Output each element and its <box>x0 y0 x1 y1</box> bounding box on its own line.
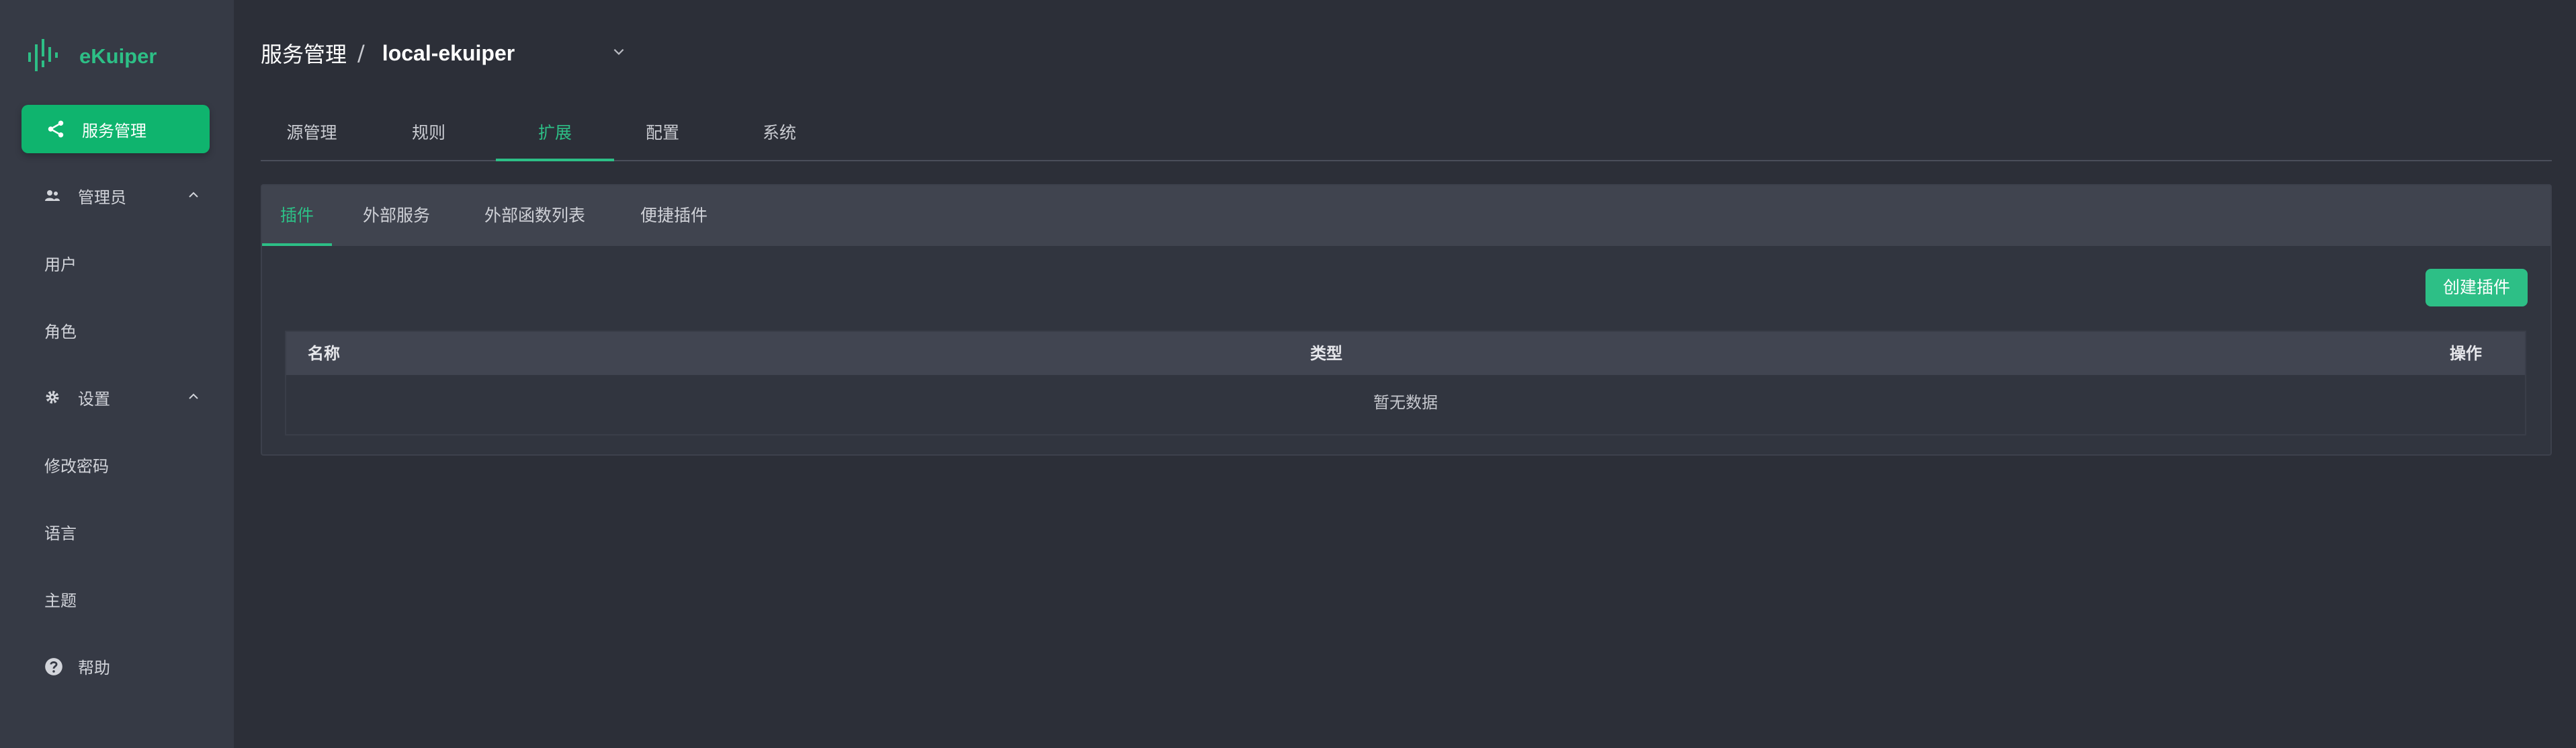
extensions-panel: 插件 外部服务 外部函数列表 便捷插件 创建插件 名称 类型 操作 暂无数据 <box>261 184 2552 456</box>
chevron-up-icon <box>189 393 198 399</box>
sub-tabs: 插件 外部服务 外部函数列表 便捷插件 <box>262 185 2550 246</box>
sidebar-item-language[interactable]: 语言 <box>44 520 77 544</box>
sidebar-group-label: 管理员 <box>78 188 126 207</box>
sidebar-group-label: 设置 <box>78 389 110 409</box>
sidebar-item-help[interactable]: 帮助 <box>44 655 110 678</box>
breadcrumb-root[interactable]: 服务管理 <box>261 38 347 69</box>
help-icon <box>45 657 62 675</box>
subtab-external-functions[interactable]: 外部函数列表 <box>474 185 595 246</box>
plugins-table: 名称 类型 操作 暂无数据 <box>285 331 2526 435</box>
tab-config[interactable]: 配置 <box>628 120 697 159</box>
column-header-name: 名称 <box>308 344 340 363</box>
app-logo[interactable]: eKuiper <box>27 38 157 75</box>
sidebar-item-users[interactable]: 用户 <box>44 251 77 275</box>
sidebar-item-theme[interactable]: 主题 <box>44 587 77 611</box>
subtab-external-services[interactable]: 外部服务 <box>352 185 441 246</box>
create-plugin-button[interactable]: 创建插件 <box>2425 269 2528 306</box>
sidebar-group-admin[interactable]: 管理员 <box>44 179 206 212</box>
breadcrumb: 服务管理 / local-ekuiper <box>261 38 515 69</box>
app-name: eKuiper <box>79 44 157 68</box>
sidebar-group-settings[interactable]: 设置 <box>44 380 206 414</box>
subtab-portable-plugins[interactable]: 便捷插件 <box>629 185 719 246</box>
tab-sources[interactable]: 源管理 <box>277 120 347 159</box>
sidebar-item-change-password[interactable]: 修改密码 <box>44 453 109 476</box>
share-icon <box>48 120 64 138</box>
main-tabs: 源管理 规则 扩展 配置 系统 <box>261 113 2552 161</box>
tab-rules[interactable]: 规则 <box>394 120 464 159</box>
ekuiper-logo-icon <box>28 39 58 71</box>
table-header: 名称 类型 操作 <box>286 332 2525 375</box>
users-icon <box>45 190 60 201</box>
column-header-actions: 操作 <box>2450 344 2482 363</box>
breadcrumb-separator: / <box>357 40 365 66</box>
sidebar-item-service-management[interactable]: 服务管理 <box>22 105 210 153</box>
tab-extensions[interactable]: 扩展 <box>496 120 614 161</box>
gear-icon <box>46 390 59 404</box>
sidebar-item-label: 帮助 <box>78 659 110 677</box>
subtab-plugins[interactable]: 插件 <box>262 185 332 246</box>
empty-state-text: 暂无数据 <box>1373 393 1438 412</box>
column-header-type: 类型 <box>1310 344 1342 363</box>
current-service-name: local-ekuiper <box>382 40 515 65</box>
sidebar-item-label: 服务管理 <box>82 121 146 140</box>
tab-system[interactable]: 系统 <box>744 120 814 159</box>
sidebar: eKuiper 服务管理 管理员 用户 角色 设置 修改密码 语言 主题 帮助 <box>0 0 234 748</box>
chevron-down-icon[interactable] <box>611 44 626 59</box>
chevron-up-icon <box>189 192 198 198</box>
sidebar-item-roles[interactable]: 角色 <box>44 319 77 342</box>
